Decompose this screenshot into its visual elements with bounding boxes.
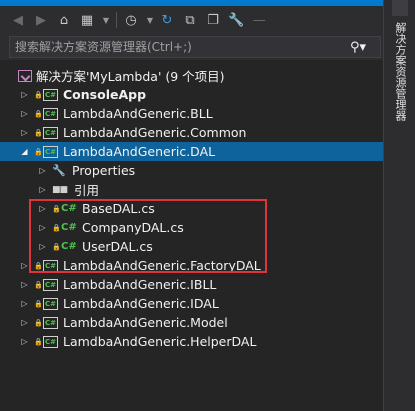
lock-icon: 🔒 [34, 109, 43, 118]
tree-project-node-selected[interactable]: ◢ 🔒 C# LambdaAndGeneric.DAL [0, 142, 403, 161]
tree-folder-node[interactable]: ▷ 🔧 Properties [0, 161, 415, 180]
project-label: LambdaAndGeneric.Model [63, 315, 228, 330]
pin-icon[interactable] [392, 0, 408, 16]
expand-arrow-icon[interactable]: ▷ [20, 261, 29, 270]
tab-solution-explorer[interactable]: 解决方案资源管理器 [390, 22, 410, 121]
tree-project-node[interactable]: ▷ 🔒 C# LambdaAndGeneric.Model [0, 313, 403, 332]
tree-project-node[interactable]: ▷ 🔒 C# LambdaAndGeneric.IBLL [0, 275, 403, 294]
tree-file-node[interactable]: ▷ 🔒 C# BaseDAL.cs [0, 199, 415, 218]
csharp-project-icon: C# [43, 145, 58, 158]
lock-icon: 🔒 [34, 128, 43, 137]
project-label: LamdbaAndGeneric.HelperDAL [63, 334, 257, 349]
csharp-project-icon: C# [43, 278, 58, 291]
project-label: ConsoleApp [63, 87, 147, 102]
csharp-project-icon: C# [43, 126, 58, 139]
solution-label: 解决方案'MyLambda' (9 个项目) [36, 69, 225, 84]
search-input[interactable] [10, 36, 350, 58]
csharp-project-icon: C# [43, 316, 58, 329]
expand-arrow-icon[interactable]: ▷ [20, 128, 29, 137]
expand-arrow-icon[interactable]: ▷ [20, 337, 29, 346]
solution-explorer-tree: 解决方案'MyLambda' (9 个项目) ▷ 🔒 C# ConsoleApp… [0, 60, 403, 411]
history-dropdown-icon[interactable]: ▼ [146, 10, 154, 30]
tree-file-node[interactable]: ▷ 🔒 C# CompanyDAL.cs [0, 218, 415, 237]
expand-arrow-icon[interactable]: ▷ [38, 166, 47, 175]
search-icon[interactable]: ⚲▾ [350, 40, 380, 55]
folder-label: Properties [72, 163, 136, 178]
file-label: CompanyDAL.cs [82, 220, 184, 235]
tree-references-node[interactable]: ▷ ■■ 引用 [0, 180, 415, 199]
lock-icon: 🔒 [34, 337, 43, 346]
file-label: BaseDAL.cs [82, 201, 155, 216]
back-icon[interactable]: ◀ [10, 10, 26, 30]
preview-icon[interactable]: — [251, 10, 267, 30]
refresh-icon[interactable]: ↻ [159, 10, 175, 30]
solution-explorer-toolbar: ◀ ▶ ⌂ ▦ ▼ ◷ ▼ ↻ ⧉ ❐ 🔧 — [0, 6, 383, 34]
lock-icon: 🔒 [34, 147, 43, 156]
tree-file-node[interactable]: ▷ 🔒 C# UserDAL.cs [0, 237, 415, 256]
lock-icon: 🔒 [52, 204, 61, 213]
solution-icon [18, 69, 32, 82]
references-label: 引用 [74, 183, 100, 198]
tree-project-node[interactable]: ▷ 🔒 C# ConsoleApp [0, 85, 403, 104]
collapse-all-icon[interactable]: ⧉ [182, 10, 198, 30]
csharp-project-icon: C# [43, 88, 58, 101]
expand-arrow-icon[interactable]: ▷ [20, 318, 29, 327]
expand-arrow-icon[interactable]: ▷ [20, 90, 29, 99]
project-label: LambdaAndGeneric.IDAL [63, 296, 219, 311]
csharp-project-icon: C# [43, 335, 58, 348]
properties-icon[interactable]: 🔧 [228, 10, 244, 30]
search-box[interactable]: ⚲▾ [9, 36, 381, 58]
toolbar-separator [116, 12, 117, 28]
expand-arrow-icon[interactable]: ▷ [20, 299, 29, 308]
tree-project-node[interactable]: ▷ 🔒 C# LambdaAndGeneric.IDAL [0, 294, 403, 313]
show-all-files-icon[interactable]: ❐ [205, 10, 221, 30]
expand-arrow-icon[interactable]: ▷ [38, 223, 47, 232]
csharp-file-icon: C# [61, 222, 77, 233]
expand-arrow-icon[interactable]: ▷ [38, 242, 47, 251]
csharp-file-icon: C# [61, 241, 77, 252]
references-icon: ■■ [52, 184, 68, 195]
tree-project-node[interactable]: ▷ 🔒 C# LambdaAndGeneric.BLL [0, 104, 403, 123]
lock-icon: 🔒 [34, 299, 43, 308]
expand-arrow-icon[interactable]: ▷ [20, 109, 29, 118]
switch-view-icon[interactable]: ▦ [79, 10, 95, 30]
lock-icon: 🔒 [34, 261, 43, 270]
switch-view-dropdown-icon[interactable]: ▼ [102, 10, 110, 30]
project-label: LambdaAndGeneric.DAL [63, 144, 216, 159]
tree-project-node[interactable]: ▷ 🔒 C# LambdaAndGeneric.Common [0, 123, 403, 142]
history-icon[interactable]: ◷ [123, 10, 139, 30]
csharp-file-icon: C# [61, 203, 77, 214]
wrench-icon: 🔧 [52, 164, 66, 177]
project-label: LambdaAndGeneric.BLL [63, 106, 213, 121]
csharp-project-icon: C# [43, 107, 58, 120]
expand-arrow-icon[interactable]: ▷ [38, 204, 47, 213]
project-label: LambdaAndGeneric.IBLL [63, 277, 217, 292]
lock-icon: 🔒 [34, 280, 43, 289]
csharp-project-icon: C# [43, 259, 58, 272]
tree-solution-node[interactable]: 解决方案'MyLambda' (9 个项目) [0, 66, 401, 85]
tree-project-node[interactable]: ▷ 🔒 C# LambdaAndGeneric.FactoryDAL [0, 256, 403, 275]
collapse-arrow-icon[interactable]: ◢ [20, 147, 29, 156]
expand-arrow-icon[interactable]: ▷ [38, 185, 47, 194]
right-tool-strip: 解决方案资源管理器 [383, 0, 415, 411]
lock-icon: 🔒 [52, 242, 61, 251]
lock-icon: 🔒 [34, 318, 43, 327]
home-icon[interactable]: ⌂ [56, 10, 72, 30]
tree-project-node[interactable]: ▷ 🔒 C# LamdbaAndGeneric.HelperDAL [0, 332, 403, 351]
lock-icon: 🔒 [52, 223, 61, 232]
csharp-project-icon: C# [43, 297, 58, 310]
forward-icon[interactable]: ▶ [33, 10, 49, 30]
project-label: LambdaAndGeneric.Common [63, 125, 247, 140]
expand-arrow-icon[interactable]: ▷ [20, 280, 29, 289]
lock-icon: 🔒 [34, 90, 43, 99]
project-label: LambdaAndGeneric.FactoryDAL [63, 258, 261, 273]
file-label: UserDAL.cs [82, 239, 153, 254]
